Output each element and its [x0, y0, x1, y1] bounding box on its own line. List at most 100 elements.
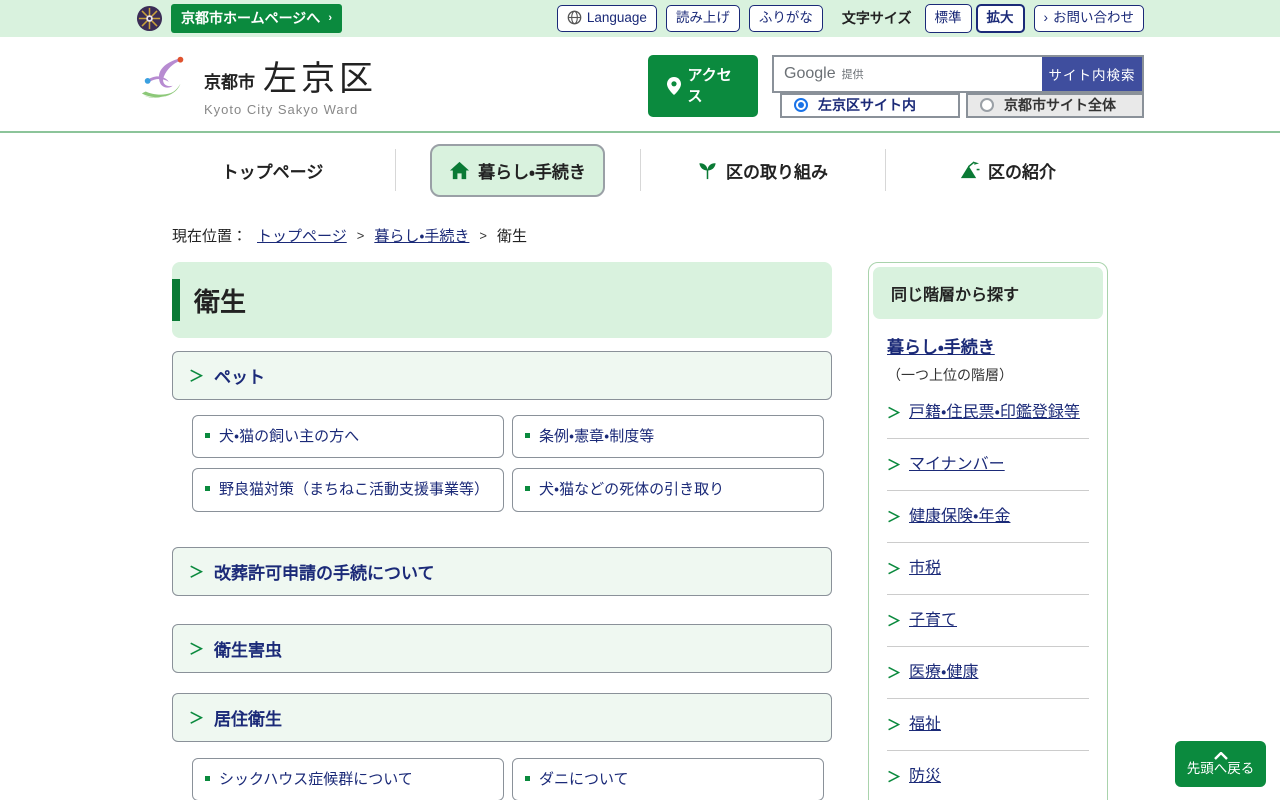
sidebar-item-family-register[interactable]: ＞ 戸籍・住民票・印鑑登録等 [887, 387, 1089, 439]
chevron-right-icon: ＞ [189, 640, 205, 658]
search-scope-city-radio[interactable]: 京都市サイト全体 [966, 92, 1144, 118]
fontsize-large-button[interactable]: 拡大 [975, 4, 1025, 33]
section-pet[interactable]: ＞ ペット [172, 351, 832, 400]
nav-item-ward-initiatives[interactable]: 区の取り組み [681, 146, 844, 195]
link-card-label[interactable]: 条例・憲章・制度等 [539, 425, 654, 448]
page-title-box: 衛生 [172, 262, 832, 338]
chevron-right-icon: ＞ [887, 769, 901, 785]
sakyo-logo-mark-icon [141, 56, 184, 98]
link-card[interactable]: ダニについて [512, 757, 824, 800]
link-card[interactable]: 野良猫対策（まちねこ活動支援事業等） [192, 468, 504, 512]
access-button-label: アクセス [687, 66, 732, 105]
pet-link-cards: 犬・猫の飼い主の方へ 条例・憲章・制度等 野良猫対策（まちねこ活動支援事業等） … [192, 415, 824, 512]
link-card[interactable]: 条例・憲章・制度等 [512, 415, 824, 459]
search-scope-ward-radio[interactable]: 左京区サイト内 [780, 92, 960, 118]
section-sanitary-pests[interactable]: ＞ 衛生害虫 [172, 623, 832, 673]
contact-button[interactable]: › お問い合わせ [1033, 5, 1144, 32]
nav-item-ward-introduction[interactable]: 区の紹介 [943, 146, 1072, 195]
link-card-label[interactable]: 野良猫対策（まちねこ活動支援事業等） [219, 478, 489, 501]
site-search-button-label: サイト内検索 [1048, 67, 1136, 83]
link-card-label[interactable]: ダニについて [539, 768, 629, 791]
link-card-label[interactable]: 犬・猫の飼い主の方へ [219, 425, 359, 448]
section-heading: 居住衛生 [214, 709, 283, 729]
square-bullet-icon [525, 486, 530, 492]
fontsize-label: 文字サイズ [841, 10, 912, 27]
sidebar-parent-link[interactable]: 暮らし・手続き [887, 338, 995, 357]
chevron-right-icon: ＞ [887, 665, 901, 681]
sidebar-item-label[interactable]: 防災 [909, 765, 941, 789]
square-bullet-icon [205, 433, 210, 438]
sidebar-item-my-number[interactable]: ＞ マイナンバー [887, 439, 1089, 491]
nav-item-living-procedures[interactable]: 暮らし・手続き [430, 143, 605, 197]
global-navigation: トップページ 暮らし・手続き 区の取り組み 区の紹介 [0, 133, 1280, 207]
breadcrumb-separator: > [479, 228, 488, 243]
sidebar-item-label[interactable]: 健康保険・年金 [909, 505, 1010, 529]
nav-item-top-page[interactable]: トップページ [206, 146, 340, 195]
section-heading: ペット [214, 368, 266, 387]
site-search-bar: Google 提供 サイト内検索 [772, 54, 1144, 93]
sidebar-item-label[interactable]: 戸籍・住民票・印鑑登録等 [909, 401, 1080, 425]
breadcrumb-label: 現在位置： [172, 228, 248, 245]
fontsize-standard-button[interactable]: 標準 [924, 4, 972, 33]
sidebar-item-health-insurance-pension[interactable]: ＞ 健康保険・年金 [887, 491, 1089, 543]
language-button[interactable]: Language [556, 5, 657, 32]
square-bullet-icon [205, 486, 210, 492]
site-logo[interactable]: 京都市 左京区 Kyoto City Sakyo Ward [136, 51, 377, 117]
logo-city-text: 京都市 [204, 73, 255, 92]
nav-item-label: 暮らし・手続き [478, 162, 586, 182]
sidebar-item-label[interactable]: 子育て [909, 609, 957, 633]
furigana-label: ふりがな [758, 10, 813, 26]
access-button[interactable]: アクセス [648, 54, 758, 117]
fontsize-standard-label: 標準 [934, 10, 962, 26]
page-title: 衛生 [194, 286, 247, 317]
contact-label: お問い合わせ [1053, 10, 1134, 26]
furigana-button[interactable]: ふりがな [748, 5, 823, 32]
section-residential-hygiene[interactable]: ＞ 居住衛生 [172, 692, 832, 742]
sidebar-title: 同じ階層から探す [873, 267, 1103, 319]
mountain-flag-icon [960, 160, 980, 178]
search-input[interactable]: Google 提供 [774, 56, 1042, 91]
link-card[interactable]: 犬・猫の飼い主の方へ [192, 415, 504, 459]
logo-english-text: Kyoto City Sakyo Ward [204, 102, 359, 117]
kyoto-city-home-button[interactable]: 京都市ホームページへ › [171, 4, 342, 33]
back-to-top-button[interactable]: 先頭へ戻る [1175, 741, 1266, 787]
language-label: Language [586, 10, 647, 26]
link-card-label[interactable]: 犬・猫などの死体の引き取り [539, 478, 724, 501]
sidebar-item-welfare[interactable]: ＞ 福祉 [887, 699, 1089, 751]
chevron-right-icon: ＞ [887, 457, 901, 473]
sidebar-item-city-tax[interactable]: ＞ 市税 [887, 543, 1089, 595]
search-provider-note: 提供 [841, 68, 864, 81]
chevron-right-icon: ＞ [189, 709, 205, 727]
nav-item-label: 区の取り組み [726, 162, 828, 182]
chevron-right-icon: ＞ [887, 405, 901, 421]
sidebar-item-medical-health[interactable]: ＞ 医療・健康 [887, 647, 1089, 699]
sidebar-item-label[interactable]: 福祉 [909, 713, 941, 737]
link-card[interactable]: シックハウス症候群について [192, 757, 504, 800]
chevron-right-icon: ＞ [887, 613, 901, 629]
sidebar-item-childcare[interactable]: ＞ 子育て [887, 595, 1089, 647]
link-card[interactable]: 犬・猫などの死体の引き取り [512, 468, 824, 512]
search-scope-city-label: 京都市サイト全体 [1004, 97, 1116, 113]
residential-hygiene-link-cards: シックハウス症候群について ダニについて [192, 757, 824, 800]
sidebar-item-disaster-prevention[interactable]: ＞ 防災 [887, 751, 1089, 800]
radio-selected-icon [794, 98, 808, 112]
square-bullet-icon [525, 775, 530, 781]
chevron-right-icon: › [328, 12, 332, 24]
section-reburial-permit[interactable]: ＞ 改葬許可申請の手続について [172, 546, 832, 596]
square-bullet-icon [205, 775, 210, 781]
chevron-right-icon: › [1043, 10, 1049, 26]
globe-icon [567, 11, 582, 25]
link-card-label[interactable]: シックハウス症候群について [219, 768, 413, 791]
square-bullet-icon [525, 433, 530, 438]
site-search-button[interactable]: サイト内検索 [1042, 56, 1142, 91]
read-aloud-button[interactable]: 読み上げ [665, 5, 740, 32]
sidebar-item-label[interactable]: マイナンバー [909, 453, 1005, 477]
breadcrumb-link-living[interactable]: 暮らし・手続き [374, 225, 469, 246]
search-provider-text: Google [784, 64, 836, 82]
chevron-right-icon: ＞ [887, 509, 901, 525]
chevron-right-icon: ＞ [887, 561, 901, 577]
sidebar-category-list: ＞ 戸籍・住民票・印鑑登録等 ＞ マイナンバー ＞ 健康保険・年金 ＞ 市税 ＞… [887, 387, 1089, 800]
sidebar-item-label[interactable]: 医療・健康 [909, 661, 978, 685]
sidebar-item-label[interactable]: 市税 [909, 557, 941, 581]
breadcrumb-link-top[interactable]: トップページ [257, 225, 347, 246]
